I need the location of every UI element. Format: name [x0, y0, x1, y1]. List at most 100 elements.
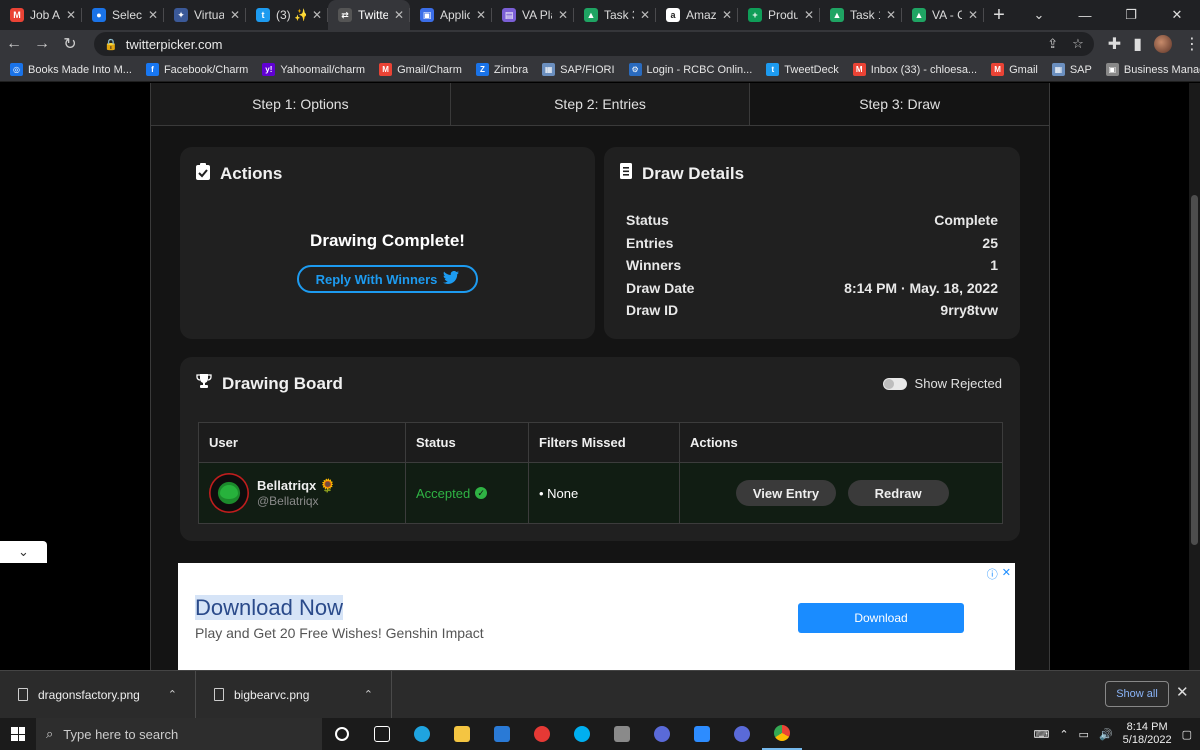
- start-button[interactable]: [0, 718, 36, 750]
- bookmarks-bar: ◎ Books Made Into M... f Facebook/Charm y! Ya…: [0, 58, 1200, 82]
- browser-tab[interactable]: ▣ Applic ✕: [410, 0, 492, 30]
- back-button[interactable]: ←: [0, 30, 28, 58]
- detail-row-draw-id: Draw ID 9rry8tvw: [626, 302, 998, 318]
- cortana-icon[interactable]: [322, 718, 362, 750]
- chevron-up-icon[interactable]: ⌃: [364, 688, 373, 701]
- task-view-icon[interactable]: [362, 718, 402, 750]
- browser-tab[interactable]: M Job Ap ✕: [0, 0, 82, 30]
- bookmark-item[interactable]: ▦ SAP: [1051, 63, 1092, 76]
- tab-title: Task 1: [850, 8, 880, 22]
- avatar[interactable]: [209, 473, 249, 513]
- ad-close-icon[interactable]: ✕: [1002, 566, 1011, 582]
- tab-close-icon[interactable]: ✕: [722, 8, 732, 22]
- browser-tab[interactable]: ▲ Task 3 ✕: [574, 0, 656, 30]
- browser-tab[interactable]: + Produ ✕: [738, 0, 820, 30]
- close-downloads-icon[interactable]: ✕: [1176, 683, 1189, 701]
- bookmark-item[interactable]: ◎ Books Made Into M...: [10, 63, 132, 76]
- app-gear-icon[interactable]: [642, 718, 682, 750]
- close-window-button[interactable]: ✕: [1154, 0, 1200, 30]
- share-icon[interactable]: ⇪: [1047, 36, 1058, 52]
- tab-close-icon[interactable]: ✕: [476, 8, 486, 22]
- tab-search-icon[interactable]: ⌄: [1016, 0, 1062, 30]
- bookmark-item[interactable]: Z Zimbra: [475, 63, 528, 76]
- network-icon[interactable]: ▭: [1079, 728, 1089, 741]
- tab-close-icon[interactable]: ✕: [312, 8, 322, 22]
- user-handle[interactable]: @Bellatriqx: [257, 494, 336, 508]
- ad-info-icon[interactable]: ⓘ: [987, 566, 998, 582]
- chevron-up-icon[interactable]: ⌃: [1059, 728, 1068, 741]
- ad-banner[interactable]: ⓘ ✕ Download Now Play and Get 20 Free Wis…: [178, 563, 1015, 670]
- zoom-icon[interactable]: [682, 718, 722, 750]
- camera-icon[interactable]: [602, 718, 642, 750]
- tab-step-entries[interactable]: Step 2: Entries: [450, 83, 751, 125]
- bookmark-item[interactable]: M Gmail/Charm: [379, 63, 462, 76]
- ad-headline-text: Download Now: [195, 595, 343, 620]
- browser-tab[interactable]: ● Select ✕: [82, 0, 164, 30]
- browser-tab[interactable]: ⇄ Twitte ✕: [328, 0, 410, 30]
- taskbar-search[interactable]: ⌕ Type here to search: [36, 718, 322, 750]
- profile-avatar[interactable]: [1154, 35, 1173, 53]
- browser-tab[interactable]: ▲ VA - C ✕: [902, 0, 984, 30]
- bookmark-item[interactable]: M Gmail: [991, 63, 1038, 76]
- bookmark-item[interactable]: ▦ SAP/FIORI: [542, 63, 615, 76]
- address-bar[interactable]: 🔒 twitterpicker.com ⇪ ☆: [94, 32, 1094, 56]
- forward-button[interactable]: →: [28, 30, 56, 58]
- tab-step-options[interactable]: Step 1: Options: [151, 83, 451, 125]
- extensions-icon[interactable]: ✚: [1108, 34, 1121, 54]
- page-scrollbar[interactable]: [1189, 83, 1200, 670]
- reload-button[interactable]: ↻: [56, 30, 84, 58]
- record-icon[interactable]: [522, 718, 562, 750]
- download-item[interactable]: bigbearvc.png ⌃: [196, 670, 392, 719]
- file-explorer-icon[interactable]: [442, 718, 482, 750]
- browser-tab[interactable]: ✦ Virtua ✕: [164, 0, 246, 30]
- restore-button[interactable]: ❐: [1108, 0, 1154, 30]
- ad-download-button[interactable]: Download: [798, 603, 964, 633]
- show-all-button[interactable]: Show all: [1105, 681, 1169, 707]
- bookmark-item[interactable]: t TweetDeck: [766, 63, 839, 76]
- browser-tab[interactable]: a Amaz ✕: [656, 0, 738, 30]
- bookmark-item[interactable]: M Inbox (33) - chloesa...: [852, 63, 977, 76]
- tab-close-icon[interactable]: ✕: [66, 8, 76, 22]
- bookmark-item[interactable]: ⚙ Login - RCBC Onlin...: [628, 63, 752, 76]
- tab-close-icon[interactable]: ✕: [148, 8, 158, 22]
- keyboard-icon[interactable]: ⌨: [1033, 728, 1049, 741]
- ad-collapse-button[interactable]: ⌄: [0, 541, 47, 563]
- edge-icon[interactable]: [402, 718, 442, 750]
- side-panel-icon[interactable]: ▮: [1133, 34, 1142, 54]
- mail-icon[interactable]: [482, 718, 522, 750]
- menu-icon[interactable]: ⋮: [1184, 34, 1200, 54]
- download-item[interactable]: dragonsfactory.png ⌃: [0, 670, 196, 719]
- tab-close-icon[interactable]: ✕: [640, 8, 650, 22]
- scrollbar-thumb[interactable]: [1191, 195, 1198, 545]
- app-gear-icon-2[interactable]: [722, 718, 762, 750]
- notification-icon[interactable]: ▢: [1182, 728, 1192, 741]
- tab-close-icon[interactable]: ✕: [968, 8, 978, 22]
- clock[interactable]: 8:14 PM 5/18/2022: [1123, 721, 1172, 747]
- tab-close-icon[interactable]: ✕: [558, 8, 568, 22]
- bookmark-item[interactable]: y! Yahoomail/charm: [262, 63, 365, 76]
- browser-tab[interactable]: t (3) ✨ ✕: [246, 0, 328, 30]
- chrome-icon[interactable]: [762, 718, 802, 750]
- reply-with-winners-button[interactable]: Reply With Winners: [297, 265, 478, 293]
- tab-close-icon[interactable]: ✕: [394, 8, 404, 22]
- volume-icon[interactable]: 🔊: [1099, 728, 1113, 741]
- new-tab-button[interactable]: +: [984, 0, 1014, 30]
- detail-row-status: Status Complete: [626, 212, 998, 228]
- user-name[interactable]: Bellatriqx 🌻: [257, 478, 336, 494]
- chevron-up-icon[interactable]: ⌃: [168, 688, 177, 701]
- tab-close-icon[interactable]: ✕: [230, 8, 240, 22]
- bookmark-item[interactable]: f Facebook/Charm: [145, 63, 248, 76]
- ad-headline[interactable]: Download Now: [195, 595, 343, 621]
- bookmark-star-icon[interactable]: ☆: [1072, 36, 1084, 52]
- browser-tab[interactable]: ▤ VA Pla ✕: [492, 0, 574, 30]
- tab-close-icon[interactable]: ✕: [886, 8, 896, 22]
- minimize-button[interactable]: —: [1062, 0, 1108, 30]
- show-rejected-toggle[interactable]: [882, 377, 907, 390]
- bookmark-item[interactable]: ▣ Business Manager: [1105, 63, 1200, 76]
- tab-close-icon[interactable]: ✕: [804, 8, 814, 22]
- tab-step-draw[interactable]: Step 3: Draw: [750, 83, 1050, 125]
- redraw-button[interactable]: Redraw: [847, 480, 949, 506]
- skype-icon[interactable]: [562, 718, 602, 750]
- browser-tab[interactable]: ▲ Task 1 ✕: [820, 0, 902, 30]
- view-entry-button[interactable]: View Entry: [736, 480, 836, 506]
